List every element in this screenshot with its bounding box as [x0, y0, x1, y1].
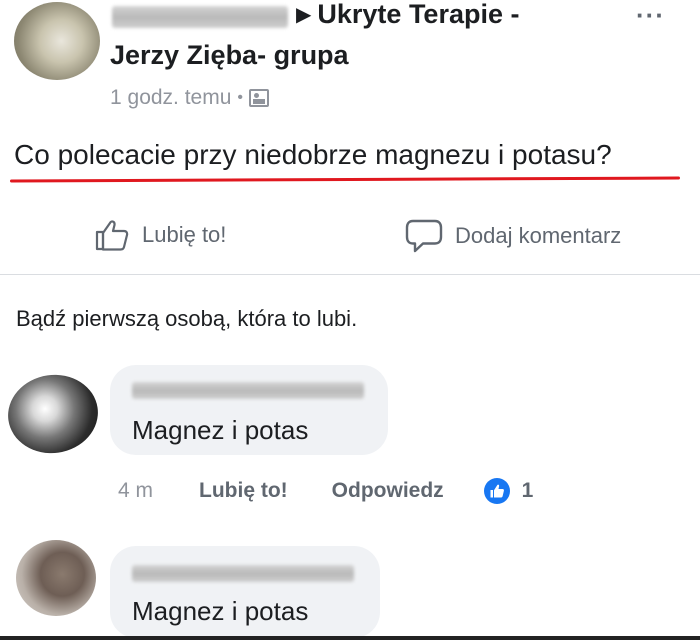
comment-reaction-count[interactable]: 1: [522, 479, 534, 503]
comment-text: Magnez i potas: [132, 596, 309, 626]
group-name-text-1[interactable]: Ukryte Terapie -: [317, 0, 519, 29]
post-text: Co polecacie przy niedobrze magnezu i po…: [14, 139, 612, 170]
speech-bubble-icon: [405, 219, 443, 253]
group-name-line1[interactable]: ▶ Ukryte Terapie -: [296, 0, 519, 30]
post-timestamp[interactable]: 1 godz. temu: [110, 86, 231, 110]
post-author-avatar[interactable]: [14, 2, 100, 80]
comment-button-label: Dodaj komentarz: [455, 223, 622, 248]
like-reaction-icon[interactable]: [483, 478, 510, 504]
like-button[interactable]: Lubię to!: [94, 218, 226, 252]
post-meta: 1 godz. temu •: [110, 86, 270, 110]
bottom-edge: [0, 636, 700, 640]
comment-meta: 4 m Lubię to! Odpowiedz 1: [118, 478, 533, 504]
like-button-label: Lubię to!: [142, 222, 227, 247]
group-audience-icon: [249, 89, 270, 107]
redacted-commenter-name: [132, 565, 354, 582]
arrow-right-icon: ▶: [296, 4, 312, 26]
comment-button[interactable]: Dodaj komentarz: [405, 218, 621, 254]
comment-like-link[interactable]: Lubię to!: [199, 479, 288, 503]
commenter-avatar[interactable]: [3, 369, 103, 459]
likes-summary: Bądź pierwszą osobą, która to lubi.: [16, 306, 358, 331]
redacted-author-name: [112, 6, 288, 28]
divider: [0, 274, 700, 275]
thumbs-up-icon: [95, 220, 129, 251]
comment-text: Magnez i potas: [132, 415, 309, 445]
red-underline-annotation: [9, 176, 681, 183]
like-reaction-thumb-icon: [490, 484, 504, 498]
comment-time[interactable]: 4 m: [118, 479, 153, 503]
comment-reply-link[interactable]: Odpowiedz: [332, 479, 444, 503]
commenter-avatar[interactable]: [16, 540, 96, 616]
group-name-line2[interactable]: Jerzy Zięba- grupa: [110, 40, 349, 71]
more-options-icon[interactable]: ···: [636, 0, 665, 31]
meta-separator: •: [237, 89, 244, 106]
redacted-commenter-name: [132, 382, 364, 399]
